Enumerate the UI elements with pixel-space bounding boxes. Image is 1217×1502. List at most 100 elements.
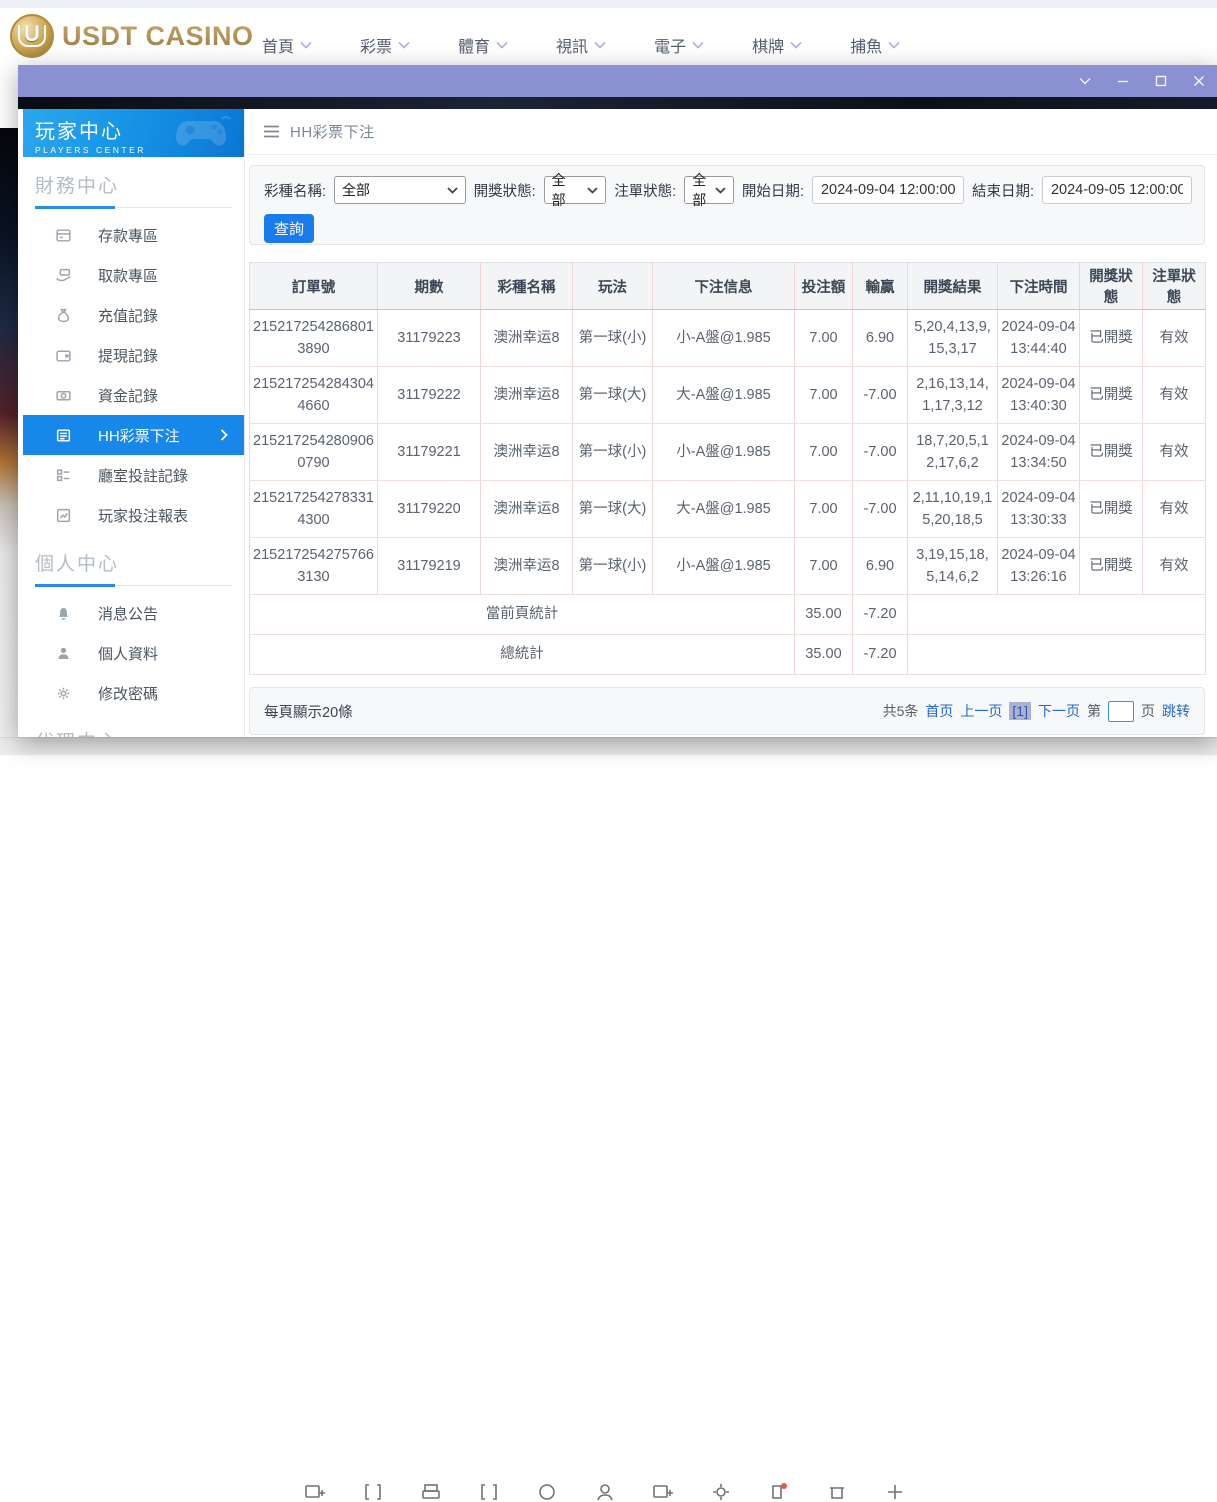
draw-status-select[interactable]: 全部 <box>544 176 607 204</box>
sidebar-item-資金記錄[interactable]: 資金記錄 <box>33 375 234 415</box>
bet-records-table: 訂單號期數彩種名稱玩法下注信息投注額輸贏開獎結果下注時間開獎狀態注單狀態2152… <box>249 262 1206 675</box>
maximize-icon[interactable] <box>1153 73 1169 89</box>
page-jump-input[interactable] <box>1108 701 1134 722</box>
cell: 2024-09-04 13:34:50 <box>998 424 1080 481</box>
room-bet-record-icon <box>55 467 72 484</box>
start-date-input[interactable] <box>812 176 964 204</box>
summary-winloss-total: -7.20 <box>853 595 908 635</box>
cell: 31179223 <box>378 310 481 367</box>
table-row: 215217254278331430031179220澳洲幸运8第一球(大)大-… <box>250 481 1206 538</box>
sidebar-item-存款專區[interactable]: 存款專區 <box>33 215 234 255</box>
sidebar-item-修改密碼[interactable]: 修改密碼 <box>33 673 234 713</box>
cell: 已開獎 <box>1080 538 1143 595</box>
sidebar-item-廳室投註記錄[interactable]: 廳室投註記錄 <box>33 455 234 495</box>
minimize-icon[interactable] <box>1115 73 1131 89</box>
jump-button[interactable]: 跳转 <box>1162 701 1190 721</box>
cell: 31179219 <box>378 538 481 595</box>
cell: 有效 <box>1143 310 1206 367</box>
col-header-6: 輸贏 <box>853 263 908 310</box>
order-status-value: 全部 <box>692 170 707 210</box>
nav-item-label: 棋牌 <box>752 33 784 57</box>
sidebar-item-label: 提現記錄 <box>98 345 158 366</box>
summary-winloss-total: -7.20 <box>853 635 908 675</box>
gear-outline-icon <box>711 1482 731 1502</box>
table-row: 215217254284304466031179222澳洲幸运8第一球(大)大-… <box>250 367 1206 424</box>
cell: 有效 <box>1143 367 1206 424</box>
col-header-10: 注單狀態 <box>1143 263 1206 310</box>
lottery-name-label: 彩種名稱: <box>264 180 326 201</box>
nav-item-6[interactable]: 捕魚 <box>850 33 900 57</box>
sidebar-item-label: HH彩票下注 <box>98 425 180 446</box>
collapse-icon[interactable] <box>1077 73 1093 89</box>
sidebar-item-label: 存款專區 <box>98 225 158 246</box>
col-header-0: 訂單號 <box>250 263 378 310</box>
close-icon[interactable] <box>1191 73 1207 89</box>
brackets-icon <box>479 1482 499 1502</box>
first-page-link[interactable]: 首页 <box>925 701 953 721</box>
cell: 小-A盤@1.985 <box>653 310 795 367</box>
cell: 2152172542843044660 <box>250 367 378 424</box>
sidebar-item-玩家投注報表[interactable]: 玩家投注報表 <box>33 495 234 535</box>
cell: 2024-09-04 13:40:30 <box>998 367 1080 424</box>
notification-badge-icon <box>769 1482 789 1502</box>
order-status-select[interactable]: 全部 <box>684 176 734 204</box>
nav-item-4[interactable]: 電子 <box>654 33 704 57</box>
summary-bet-total: 35.00 <box>795 595 853 635</box>
sidebar-item-提現記錄[interactable]: 提現記錄 <box>33 335 234 375</box>
printer-icon <box>421 1482 441 1502</box>
end-date-label: 結束日期: <box>972 180 1034 201</box>
sidebar-item-個人資料[interactable]: 個人資料 <box>33 633 234 673</box>
col-header-3: 玩法 <box>573 263 653 310</box>
circle-icon <box>537 1482 557 1502</box>
nav-item-2[interactable]: 體育 <box>458 33 508 57</box>
cell: -7.00 <box>853 481 908 538</box>
section-label-1: 個人中心 <box>35 549 244 576</box>
draw-status-value: 全部 <box>552 170 580 210</box>
cell: 7.00 <box>795 538 853 595</box>
coin-letter: U <box>18 25 46 47</box>
nav-item-0[interactable]: 首頁 <box>262 33 312 57</box>
cell: 第一球(大) <box>573 481 653 538</box>
sidebar-item-充值記錄[interactable]: 充值記錄 <box>33 295 234 335</box>
sidebar-item-label: 取款專區 <box>98 265 158 286</box>
sidebar-item-label: 廳室投註記錄 <box>98 465 188 486</box>
next-page-link[interactable]: 下一页 <box>1038 701 1080 721</box>
withdraw-record-icon <box>55 347 72 364</box>
cell: 已開獎 <box>1080 367 1143 424</box>
lottery-name-select[interactable]: 全部 <box>334 176 466 204</box>
summary-empty <box>908 595 1206 635</box>
cell: 2152172542868013890 <box>250 310 378 367</box>
chevron-down-icon <box>715 187 726 194</box>
pagination-panel: 每頁顯示20條 共5条 首页 上一页 [1] 下一页 第 页 跳转 <box>249 687 1205 735</box>
sidebar-item-HH彩票下注[interactable]: HH彩票下注 <box>23 415 244 455</box>
cell: 7.00 <box>795 481 853 538</box>
sidebar-item-label: 修改密碼 <box>98 683 158 704</box>
background-toolbar-icons <box>305 1482 905 1502</box>
sidebar: 玩家中心 PLAYERS CENTER 財務中心 存款專區 <box>18 109 245 737</box>
search-button[interactable]: 查詢 <box>264 214 314 243</box>
chevron-down-icon <box>790 41 802 49</box>
browser-top-strip <box>0 0 1217 8</box>
nav-item-5[interactable]: 棋牌 <box>752 33 802 57</box>
total-count-text: 共5条 <box>883 701 919 721</box>
brand-logo[interactable]: U USDT CASINO <box>10 14 254 58</box>
sidebar-item-消息公告[interactable]: 消息公告 <box>33 593 234 633</box>
nav-item-label: 體育 <box>458 33 490 57</box>
plus-icon <box>885 1482 905 1502</box>
hamburger-menu-icon[interactable] <box>263 125 280 138</box>
end-date-input[interactable] <box>1042 176 1192 204</box>
col-header-2: 彩種名稱 <box>481 263 573 310</box>
cell: 澳洲幸运8 <box>481 367 573 424</box>
nav-item-1[interactable]: 彩票 <box>360 33 410 57</box>
sidebar-item-取款專區[interactable]: 取款專區 <box>33 255 234 295</box>
section-divider <box>35 584 232 587</box>
cell: 6.90 <box>853 538 908 595</box>
nav-item-3[interactable]: 視訊 <box>556 33 606 57</box>
cell: 小-A盤@1.985 <box>653 538 795 595</box>
table-row: 215217254280906079031179221澳洲幸运8第一球(小)小-… <box>250 424 1206 481</box>
prev-page-link[interactable]: 上一页 <box>960 701 1002 721</box>
summary-row: 當前頁統計 35.00 -7.20 <box>250 595 1206 635</box>
cell: -7.00 <box>853 367 908 424</box>
chevron-down-icon <box>398 41 410 49</box>
cell: 2152172542783314300 <box>250 481 378 538</box>
